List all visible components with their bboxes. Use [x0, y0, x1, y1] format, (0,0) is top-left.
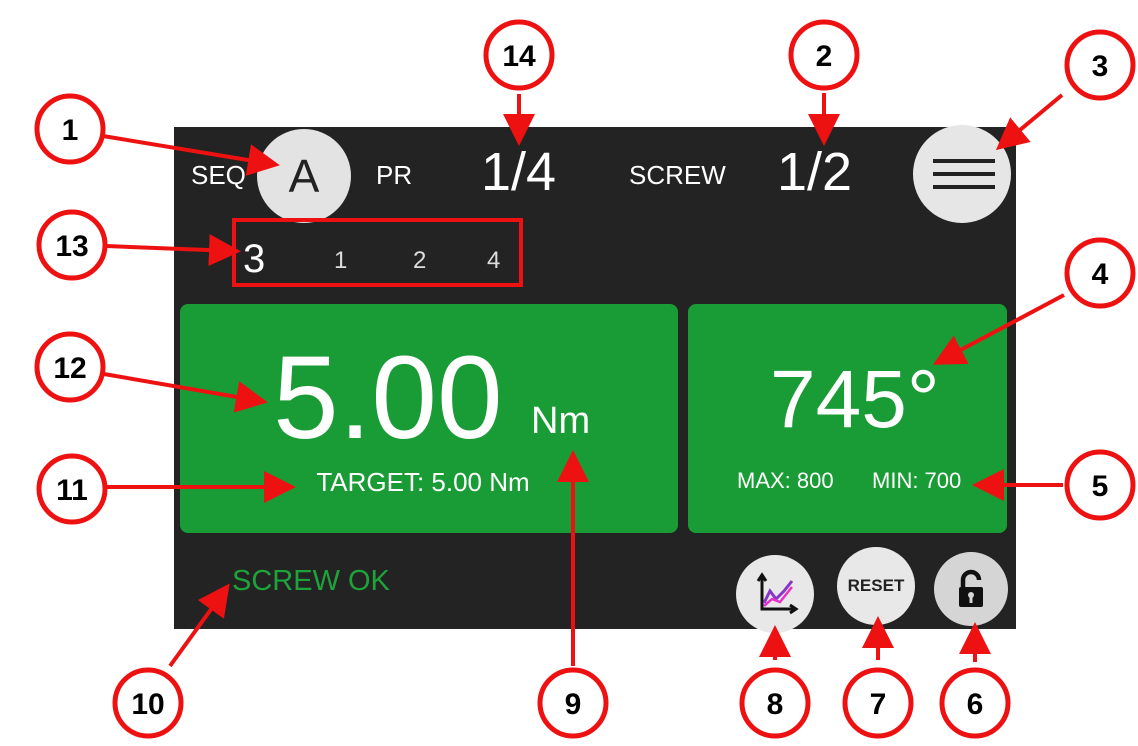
callout-number: 12: [53, 352, 86, 385]
callout-numbers: 1 2 3 4 5 6 7 8 9 10 11 12 13 14: [53, 40, 1108, 721]
callout-number: 10: [131, 688, 164, 721]
callout-number: 8: [767, 688, 784, 721]
callout-number: 4: [1092, 258, 1109, 291]
callout-circles: [34, 19, 1136, 739]
callout-number: 6: [967, 688, 984, 721]
callout-number: 3: [1092, 50, 1109, 83]
callout-number: 9: [565, 688, 582, 721]
callout-overlay: 1 2 3 4 5 6 7 8 9 10 11 12 13 14: [34, 19, 1136, 739]
callout-number: 13: [55, 230, 88, 263]
callout-arrows: [102, 93, 1065, 668]
step-highlight-box: [232, 218, 523, 287]
callout-number: 1: [62, 114, 79, 147]
callout-number: 14: [502, 40, 536, 73]
callout-number: 7: [870, 688, 887, 721]
callout-number: 11: [56, 474, 88, 507]
callout-number: 5: [1092, 470, 1109, 503]
annotated-screenshot: SEQ A PR 1/4 SCREW 1/2 3 1 2 4 5.00 Nm T…: [0, 0, 1138, 746]
callout-number: 2: [816, 40, 833, 73]
